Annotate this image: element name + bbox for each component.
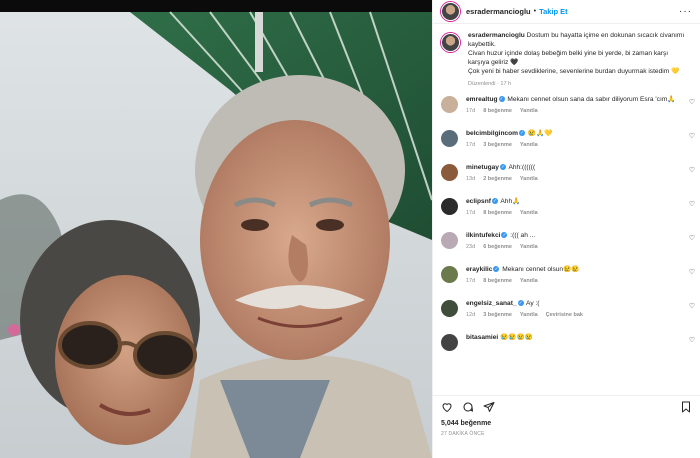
comment-likes[interactable]: 8 beğenme bbox=[483, 108, 512, 114]
comment-avatar[interactable] bbox=[441, 300, 458, 317]
reply-button[interactable]: Yanıtla bbox=[520, 176, 538, 182]
follow-button[interactable]: Takip Et bbox=[539, 7, 568, 16]
comment-text: Ahh🙏 bbox=[498, 198, 521, 205]
heart-icon[interactable] bbox=[441, 401, 453, 413]
comment-likes[interactable]: 3 beğenme bbox=[483, 312, 512, 318]
comment-like-heart-icon[interactable]: ♡ bbox=[689, 268, 695, 276]
post-time: 27 DAKİKA ÖNCE bbox=[441, 431, 485, 437]
comment-text: Mekanı cennet olsun sana da sabır diliyo… bbox=[505, 96, 676, 103]
reply-button[interactable]: Yanıtla bbox=[520, 244, 538, 250]
comment-username[interactable]: bitasamiei bbox=[466, 334, 498, 341]
comment-avatar[interactable] bbox=[441, 266, 458, 283]
caption-username[interactable]: esradermancioglu bbox=[468, 32, 525, 39]
comment-icon[interactable] bbox=[462, 401, 474, 413]
comment-like-heart-icon[interactable]: ♡ bbox=[689, 166, 695, 174]
post-side-panel: esradermancioglu • Takip Et ··· esraderm… bbox=[432, 0, 700, 458]
comment-like-heart-icon[interactable]: ♡ bbox=[689, 336, 695, 344]
reply-button[interactable]: Yanıtla bbox=[520, 278, 538, 284]
comment-text: 😢😢😢😢 bbox=[498, 334, 533, 341]
comment-age: 17d bbox=[466, 210, 476, 216]
bookmark-icon[interactable] bbox=[680, 401, 692, 413]
comment-list: emrealtug ✓ Mekanı cennet olsun sana da s… bbox=[433, 95, 700, 367]
comment-text: Mekanı cennet olsun😢😢 bbox=[500, 266, 580, 273]
comment-like-heart-icon[interactable]: ♡ bbox=[689, 132, 695, 140]
comment-avatar[interactable] bbox=[441, 130, 458, 147]
photo-illustration bbox=[0, 0, 432, 458]
reply-button[interactable]: Yanıtla bbox=[520, 142, 538, 148]
comment-age: 12d bbox=[466, 312, 476, 318]
comment-text: Ay :( bbox=[524, 300, 540, 307]
comment-avatar[interactable] bbox=[441, 334, 458, 351]
post-header: esradermancioglu • Takip Et ··· bbox=[433, 0, 700, 24]
caption-meta: Düzenlendi · 17 h bbox=[468, 81, 512, 87]
reply-button[interactable]: Yanıtla bbox=[520, 312, 538, 318]
verified-badge-icon: ✓ bbox=[501, 232, 508, 238]
translate-button[interactable]: Çevirisine bak bbox=[546, 312, 583, 318]
comment-username[interactable]: minetugay bbox=[466, 164, 499, 171]
comment-text: :((( ah ... bbox=[508, 232, 536, 239]
comment-username[interactable]: belcimbilgincom bbox=[466, 130, 518, 137]
comment-item: emrealtug ✓ Mekanı cennet olsun sana da s… bbox=[433, 95, 700, 129]
post-actions: 5,044 beğenme 27 DAKİKA ÖNCE bbox=[433, 395, 700, 458]
comment-age: 17d bbox=[466, 278, 476, 284]
comment-avatar[interactable] bbox=[441, 232, 458, 249]
comment-username[interactable]: ilkintufekci bbox=[466, 232, 500, 239]
comment-text: Ahh:(((((( bbox=[506, 164, 536, 171]
verified-badge-icon: ✓ bbox=[498, 96, 505, 102]
avatar[interactable] bbox=[441, 2, 460, 21]
caption-avatar[interactable] bbox=[441, 33, 460, 52]
reply-button[interactable]: Yanıtla bbox=[520, 210, 538, 216]
comment-avatar[interactable] bbox=[441, 96, 458, 113]
comment-age: 17d bbox=[466, 108, 476, 114]
verified-badge-icon: ✓ bbox=[519, 130, 526, 136]
comment-age: 23d bbox=[466, 244, 476, 250]
verified-badge-icon: ✓ bbox=[491, 198, 498, 204]
post-photo bbox=[0, 0, 432, 458]
comment-age: 17d bbox=[466, 142, 476, 148]
comment-age: 13d bbox=[466, 176, 476, 182]
comment-likes[interactable]: 3 beğenme bbox=[483, 142, 512, 148]
comment-likes[interactable]: 2 beğenme bbox=[483, 176, 512, 182]
comment-likes[interactable]: 8 beğenme bbox=[483, 210, 512, 216]
comment-username[interactable]: engelsiz_sanat_ bbox=[466, 300, 517, 307]
header-username[interactable]: esradermancioglu bbox=[466, 7, 531, 16]
like-count[interactable]: 5,044 beğenme bbox=[441, 420, 692, 427]
comment-item: ilkintufekci ✓ :((( ah ... 23d 6 beğenme Yan… bbox=[433, 231, 700, 265]
comment-like-heart-icon[interactable]: ♡ bbox=[689, 234, 695, 242]
comments-scroll[interactable]: esradermancioglu Dostum bu hayatta içime… bbox=[433, 25, 700, 395]
verified-badge-icon: ✓ bbox=[493, 266, 500, 272]
caption: esradermancioglu Dostum bu hayatta içime… bbox=[433, 25, 700, 95]
comment-item: belcimbilgincom ✓ 😢🙏💛 17d 3 beğenme Yanıtla ♡ bbox=[433, 129, 700, 163]
comment-avatar[interactable] bbox=[441, 164, 458, 181]
comment-like-heart-icon[interactable]: ♡ bbox=[689, 98, 695, 106]
comment-like-heart-icon[interactable]: ♡ bbox=[689, 200, 695, 208]
comment-username[interactable]: emrealtug bbox=[466, 96, 498, 103]
reply-button[interactable]: Yanıtla bbox=[520, 108, 538, 114]
share-icon[interactable] bbox=[483, 401, 495, 413]
comment-item: eclipsnf ✓ Ahh🙏 17d 8 beğenme Yanıtla ♡ bbox=[433, 197, 700, 231]
comment-username[interactable]: eclipsnf bbox=[466, 198, 491, 205]
comment-likes[interactable]: 6 beğenme bbox=[483, 244, 512, 250]
comment-item: eraykilic ✓ Mekanı cennet olsun😢😢 17d 8 beğ… bbox=[433, 265, 700, 299]
verified-badge-icon: ✓ bbox=[517, 300, 524, 306]
comment-username[interactable]: eraykilic bbox=[466, 266, 492, 273]
comment-item: bitasamiei 😢😢😢😢 ♡ bbox=[433, 333, 700, 367]
comment-avatar[interactable] bbox=[441, 198, 458, 215]
comment-likes[interactable]: 8 beğenme bbox=[483, 278, 512, 284]
comment-text: 😢🙏💛 bbox=[526, 130, 553, 137]
comment-like-heart-icon[interactable]: ♡ bbox=[689, 302, 695, 310]
separator-dot: • bbox=[533, 8, 537, 15]
more-icon[interactable]: ··· bbox=[679, 6, 692, 17]
comment-item: minetugay ✓ Ahh:(((((( 13d 2 beğenme Yanıtla… bbox=[433, 163, 700, 197]
verified-badge-icon: ✓ bbox=[499, 164, 506, 170]
comment-item: engelsiz_sanat_ ✓ Ay :( 12d 3 beğenme Yanıtl… bbox=[433, 299, 700, 333]
